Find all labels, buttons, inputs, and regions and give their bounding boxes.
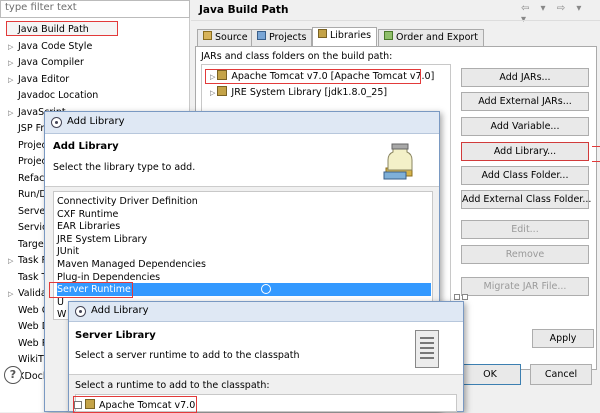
- dialog-description: Select the library type to add.: [53, 162, 196, 173]
- expand-twisty-icon[interactable]: ▷: [8, 73, 18, 88]
- tree-item[interactable]: Server: [8, 204, 49, 219]
- tree-item[interactable]: Task T: [8, 270, 47, 285]
- expand-twisty-icon[interactable]: ▷: [8, 40, 18, 55]
- tree-item-label: Projec: [18, 156, 47, 167]
- list-item[interactable]: Connectivity Driver Definition: [57, 195, 431, 208]
- tree-item-label: Servic: [18, 222, 48, 233]
- tree-item[interactable]: Servic: [8, 220, 47, 235]
- ok-button[interactable]: OK: [459, 364, 521, 385]
- dialog-heading: Server Library: [75, 330, 156, 341]
- help-icon[interactable]: ?: [4, 366, 22, 384]
- runtime-label: Select a runtime to add to the classpath…: [75, 380, 270, 391]
- tree-item-label: JSP Fr: [18, 123, 45, 134]
- migrate-jar-button[interactable]: Migrate JAR File...: [461, 277, 589, 296]
- tree-item-label: Run/D: [18, 189, 47, 200]
- tab-order-and-export[interactable]: Order and Export: [378, 29, 485, 46]
- tab-label: Source: [215, 32, 248, 43]
- remove-button[interactable]: Remove: [461, 245, 589, 264]
- tree-item[interactable]: ▷ Task R: [8, 253, 48, 268]
- add-class-folder-button[interactable]: Add Class Folder...: [461, 166, 589, 185]
- tree-item-label: Java Editor: [18, 73, 70, 85]
- tree-item[interactable]: Web P: [8, 336, 47, 351]
- jar-icon: [383, 143, 413, 180]
- tree-item[interactable]: Web C: [8, 303, 48, 318]
- expand-twisty-icon[interactable]: ▷: [8, 254, 18, 269]
- apply-button[interactable]: Apply: [532, 329, 594, 348]
- libraries-icon: [318, 29, 327, 38]
- projects-icon: [257, 31, 266, 40]
- add-external-class-folder-button[interactable]: Add External Class Folder...: [461, 190, 591, 209]
- library-icon: [217, 86, 228, 96]
- tree-item[interactable]: WikiT: [8, 352, 44, 367]
- tree-item[interactable]: Java Build Path: [8, 22, 89, 37]
- tree-item[interactable]: ▷ Java Editor: [8, 72, 69, 87]
- tree-item[interactable]: Projec: [8, 154, 47, 169]
- tree-item[interactable]: Javadoc Location: [8, 88, 98, 103]
- tab-label: Libraries: [330, 30, 372, 41]
- list-item[interactable]: JRE System Library: [57, 233, 431, 246]
- server-runtime-highlight-box: [49, 282, 133, 298]
- dialog-description: Select a server runtime to add to the cl…: [75, 350, 300, 361]
- cancel-button[interactable]: Cancel: [530, 364, 592, 385]
- tree-item-label: Projec: [18, 139, 47, 151]
- tree-item-label: WikiT: [18, 354, 44, 365]
- list-item[interactable]: ▷ JRE System Library [jdk1.8.0_25]: [210, 86, 387, 98]
- list-item[interactable]: Maven Managed Dependencies: [57, 258, 431, 271]
- tree-item-label: Task T: [18, 271, 48, 283]
- filter-input[interactable]: type filter text: [0, 0, 190, 18]
- tree-item-label: XDocl: [18, 370, 46, 382]
- tree-item[interactable]: Projec: [8, 138, 47, 153]
- tree-item[interactable]: ▷ Java Compiler: [8, 55, 84, 70]
- tab-projects[interactable]: Projects: [251, 29, 313, 46]
- source-icon: [203, 31, 212, 40]
- tab-libraries[interactable]: Libraries: [312, 27, 378, 47]
- list-item[interactable]: JUnit: [57, 245, 431, 258]
- jar-label: JRE System Library [jdk1.8.0_25]: [231, 87, 388, 98]
- tree-item-label: Java Code Style: [18, 40, 93, 52]
- resize-handle[interactable]: [454, 294, 460, 300]
- eclipse-icon: [51, 117, 62, 128]
- tree-item[interactable]: JSP Fr: [8, 121, 44, 136]
- tree-item-label: Java Build Path: [18, 24, 89, 35]
- add-variable-button[interactable]: Add Variable...: [461, 117, 589, 136]
- tomcat-highlight-box: [73, 396, 197, 413]
- tree-item-label: Java Compiler: [18, 57, 84, 68]
- page-title: Java Build Path: [199, 4, 289, 16]
- tree-item[interactable]: Targe: [8, 237, 44, 252]
- jars-label: JARs and class folders on the build path…: [201, 51, 393, 62]
- server-icon: [415, 330, 439, 368]
- expand-twisty-icon[interactable]: ▷: [8, 56, 18, 71]
- expand-twisty-icon[interactable]: ▷: [8, 106, 18, 121]
- tree-item[interactable]: Web D: [8, 319, 49, 334]
- annotation-marker: [592, 146, 600, 162]
- expand-twisty-icon[interactable]: ▷: [8, 287, 18, 302]
- header-divider: [191, 20, 600, 21]
- tree-item[interactable]: ▷ Valida: [8, 286, 47, 301]
- dialog-heading: Add Library: [53, 141, 119, 152]
- tree-item[interactable]: ▷ Java Code Style: [8, 39, 92, 54]
- busy-cursor-icon: [261, 284, 271, 294]
- nav-arrows-icon[interactable]: ⇦ ▾ ⇨ ▾ ▾: [521, 3, 600, 25]
- tab-label: Projects: [269, 32, 307, 43]
- eclipse-icon: [75, 306, 86, 317]
- order-icon: [384, 31, 393, 40]
- edit-button[interactable]: Edit...: [461, 220, 589, 239]
- tab-source[interactable]: Source: [197, 29, 254, 46]
- list-item[interactable]: CXF Runtime: [57, 208, 431, 221]
- tomcat-highlight-box: [205, 69, 421, 84]
- dialog-title: Add Library: [67, 116, 125, 127]
- tree-item-label: Targe: [18, 238, 44, 250]
- add-jars-button[interactable]: Add JARs...: [461, 68, 589, 87]
- dialog-title: Add Library: [91, 305, 149, 316]
- list-item[interactable]: EAR Libraries: [57, 220, 431, 233]
- tab-label: Order and Export: [396, 32, 479, 43]
- resize-handle[interactable]: [462, 294, 468, 300]
- add-library-button[interactable]: Add Library...: [461, 142, 589, 161]
- tree-item[interactable]: Run/D: [8, 187, 47, 202]
- server-library-dialog: Add Library Server Library Select a serv…: [68, 301, 464, 413]
- tree-item-label: Valida: [18, 288, 47, 299]
- tree-item[interactable]: Refact: [8, 171, 48, 186]
- tree-item-label: Javadoc Location: [18, 90, 99, 101]
- add-external-jars-button[interactable]: Add External JARs...: [461, 92, 589, 111]
